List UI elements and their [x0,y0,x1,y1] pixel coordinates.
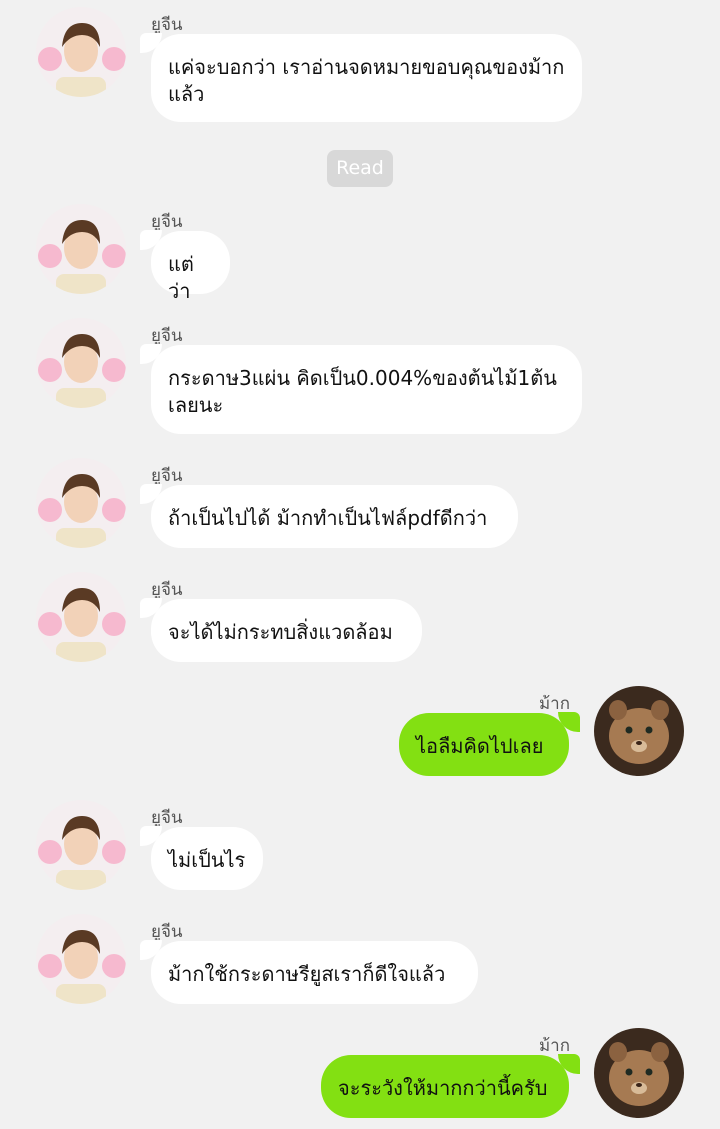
lion-cub-photo-avatar-icon [594,1028,684,1118]
message-bubble-incoming[interactable]: แค่จะบอกว่า เราอ่านจดหมายขอบคุณของม้ากแล… [151,34,582,122]
read-indicator: Read [327,150,393,187]
person-photo-avatar-icon [36,7,126,97]
person-photo-avatar-icon [36,204,126,294]
contact-avatar[interactable] [36,572,126,662]
contact-avatar[interactable] [36,204,126,294]
contact-avatar[interactable] [36,914,126,1004]
person-photo-avatar-icon [36,458,126,548]
message-bubble-outgoing[interactable]: จะระวังให้มากกว่านี้ครับ [321,1055,569,1118]
message-bubble-outgoing[interactable]: ไอลืมคิดไปเลย [399,713,569,776]
contact-avatar[interactable] [36,7,126,97]
lion-cub-photo-avatar-icon [594,686,684,776]
contact-avatar[interactable] [36,800,126,890]
message-bubble-incoming[interactable]: จะได้ไม่กระทบสิ่งแวดล้อม [151,599,422,662]
person-photo-avatar-icon [36,318,126,408]
contact-avatar[interactable] [36,318,126,408]
self-avatar[interactable] [594,1028,684,1118]
person-photo-avatar-icon [36,800,126,890]
chat-thread: ยูจีน แค่จะบอกว่า เราอ่านจดหมายขอบคุณของ… [0,0,720,1129]
person-photo-avatar-icon [36,914,126,1004]
message-bubble-incoming[interactable]: ถ้าเป็นไปได้ ม้ากทำเป็นไฟล์pdfดีกว่า [151,485,518,548]
message-bubble-incoming[interactable]: แต่ว่า [151,231,230,303]
contact-avatar[interactable] [36,458,126,548]
message-bubble-incoming[interactable]: ม้ากใช้กระดาษรียูสเราก็ดีใจแล้ว [151,941,478,1004]
message-bubble-incoming[interactable]: กระดาษ3แผ่น คิดเป็น0.004%ของต้นไม้1ต้นเล… [151,345,582,434]
message-bubble-incoming[interactable]: ไม่เป็นไร [151,827,263,890]
self-avatar[interactable] [594,686,684,776]
person-photo-avatar-icon [36,572,126,662]
